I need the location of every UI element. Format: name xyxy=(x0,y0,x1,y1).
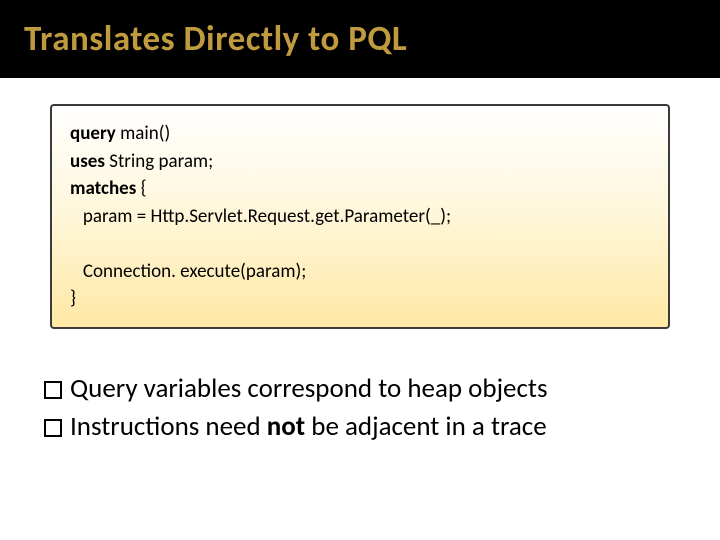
code-line-5: Connection. execute(param); xyxy=(70,258,650,286)
bullet-text-bold: not xyxy=(267,410,305,443)
code-keyword: uses xyxy=(70,150,105,173)
code-text: { xyxy=(136,177,146,200)
list-item: Query variables correspond to heap objec… xyxy=(44,371,676,407)
list-item: Instructions need not be adjacent in a t… xyxy=(44,409,676,445)
bullet-text: Instructions need not be adjacent in a t… xyxy=(70,409,676,445)
code-line-4: param = Http.Servlet.Request.get.Paramet… xyxy=(70,203,650,231)
bullet-list: Query variables correspond to heap objec… xyxy=(44,371,676,446)
bullet-text-part: Instructions need xyxy=(70,410,267,443)
code-line-2: uses String param; xyxy=(70,148,650,176)
code-text: main() xyxy=(116,122,170,145)
code-box: query main() uses String param; matches … xyxy=(50,104,670,329)
bullet-square-icon xyxy=(44,381,62,399)
bullet-text-part: be adjacent in a trace xyxy=(305,410,546,443)
slide-title: Translates Directly to PQL xyxy=(0,0,720,78)
code-blank xyxy=(70,230,650,258)
slide: Translates Directly to PQL query main() … xyxy=(0,0,720,540)
code-text: String param; xyxy=(105,150,213,173)
code-keyword: query xyxy=(70,122,116,145)
bullet-text: Query variables correspond to heap objec… xyxy=(70,371,676,407)
code-keyword: matches xyxy=(70,177,136,200)
bullet-square-icon xyxy=(44,419,62,437)
code-line-6: } xyxy=(70,285,650,313)
code-line-1: query main() xyxy=(70,120,650,148)
code-line-3: matches { xyxy=(70,175,650,203)
